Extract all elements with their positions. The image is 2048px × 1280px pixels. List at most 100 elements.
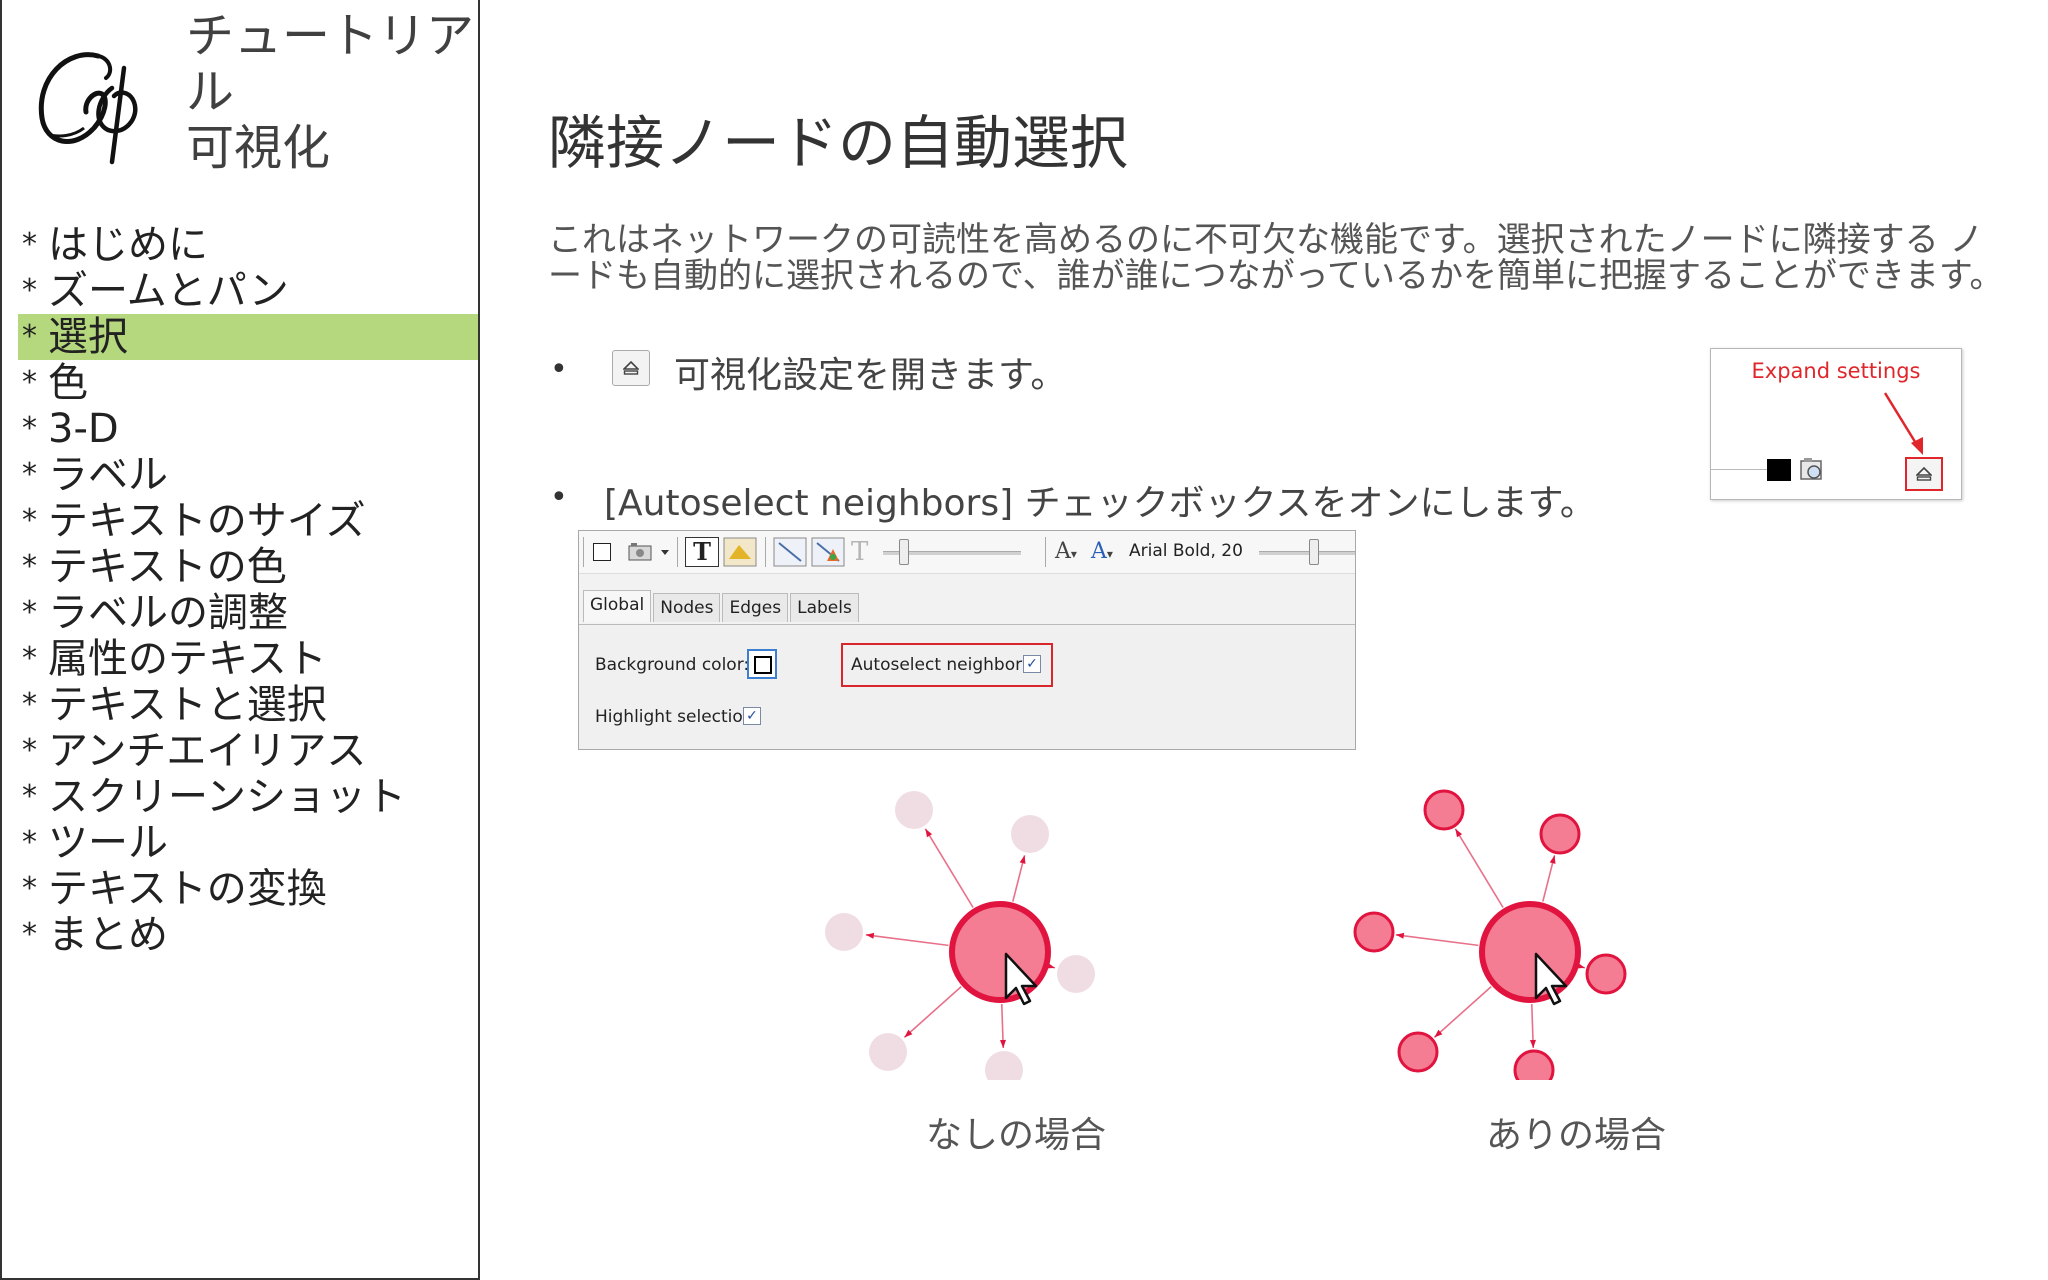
nav-item-12[interactable]: * スクリーンショット	[18, 774, 478, 820]
background-color-button[interactable]	[593, 543, 611, 561]
neighbor-node[interactable]	[1585, 953, 1627, 995]
highlight-selection-label: Highlight selection	[595, 707, 754, 727]
autoselect-neighbor-label: Autoselect neighbor	[851, 655, 1023, 675]
neighbor-node[interactable]	[1353, 911, 1395, 953]
nav-bullet: *	[22, 641, 37, 676]
nav-item-13[interactable]: * ツール	[18, 820, 478, 866]
nav-item-7[interactable]: * テキストの色	[18, 544, 478, 590]
nav-bullet: *	[22, 549, 37, 584]
tab-edges[interactable]: Edges	[722, 593, 789, 622]
neighbor-node[interactable]	[985, 1051, 1023, 1080]
app-title: チュートリアル 可視化	[186, 8, 475, 176]
neighbor-node[interactable]	[1423, 789, 1465, 831]
graph-with-autoselect	[1353, 789, 1627, 1080]
font-color-icon[interactable]: A▾	[1091, 537, 1121, 567]
graph-edge	[903, 986, 962, 1038]
neighbor-node[interactable]	[869, 1033, 907, 1071]
nav-item-2[interactable]: * 選択	[18, 314, 478, 360]
arrow-down-right-icon	[1883, 392, 1923, 455]
nav-bullet: *	[22, 457, 37, 492]
callout-label: Expand settings	[1751, 359, 1921, 383]
neighbor-node[interactable]	[1011, 815, 1049, 853]
nav-item-6[interactable]: * テキストのサイズ	[18, 498, 478, 544]
graph-edge	[1433, 986, 1492, 1038]
nav-item-label: 選択	[48, 314, 128, 360]
camera-icon[interactable]	[627, 537, 655, 567]
font-label[interactable]: Arial Bold, 20	[1129, 541, 1243, 561]
nav-item-3[interactable]: * 色	[18, 360, 478, 406]
nav-item-1[interactable]: * ズームとパン	[18, 268, 478, 314]
nav-item-label: ツール	[48, 820, 168, 866]
nav-item-0[interactable]: * はじめに	[18, 222, 478, 268]
highlight-selection-checkbox[interactable]: ✓	[743, 707, 761, 725]
nav-item-label: テキストの色	[48, 544, 287, 590]
settings-toolbar: T T A▾ A▾ Arial Bold, 20	[579, 531, 1355, 574]
edge-arrowhead	[1455, 828, 1463, 838]
autoselect-neighbor-checkbox[interactable]: ✓	[1023, 655, 1041, 673]
nav-item-15[interactable]: * まとめ	[18, 912, 478, 958]
nav-item-5[interactable]: * ラベル	[18, 452, 478, 498]
nav-bullet: *	[22, 871, 37, 906]
gephi-logo-icon	[38, 52, 138, 165]
step-1-bullet: •	[550, 352, 568, 387]
eject-icon	[1916, 467, 1932, 481]
label-color-icon[interactable]	[723, 537, 757, 567]
sidebar: チュートリアル 可視化 * はじめに * ズームとパン * 選択 * 色 * 3-D * ラベル * テキ…	[0, 0, 480, 1280]
edge-arrowhead	[1549, 855, 1556, 864]
edge-arrowhead	[1019, 855, 1026, 864]
font-scale-slider-thumb[interactable]	[1309, 539, 1319, 565]
edge-arrowhead	[1395, 932, 1405, 939]
font-size-decrease-icon[interactable]: A▾	[1055, 537, 1083, 567]
nav-bullet: *	[22, 273, 37, 308]
nav-item-4[interactable]: * 3-D	[18, 406, 478, 452]
expand-settings-callout: Expand settings	[1710, 348, 1962, 500]
graph-edge	[924, 828, 974, 908]
page-title: 隣接ノードの自動選択	[548, 109, 1129, 177]
neighbor-node[interactable]	[1539, 813, 1581, 855]
nav-bullet: *	[22, 825, 37, 860]
nav-item-14[interactable]: * テキストの変換	[18, 866, 478, 912]
intro-paragraph: これはネットワークの可読性を高めるのに不可欠な機能です。選択されたノードに隣接す…	[548, 220, 2004, 296]
tab-global[interactable]: Global	[583, 590, 652, 622]
edge-arrowhead	[999, 1039, 1006, 1049]
label-size-icon[interactable]: T	[851, 537, 877, 567]
nav-item-11[interactable]: * アンチエイリアス	[18, 728, 478, 774]
tab-nodes[interactable]: Nodes	[653, 593, 721, 622]
nav-item-label: テキストの変換	[48, 866, 327, 912]
nav-bullet: *	[22, 687, 37, 722]
neighbor-node[interactable]	[1513, 1049, 1555, 1080]
nav-item-label: 色	[48, 360, 88, 406]
chevron-down-icon[interactable]	[659, 537, 671, 567]
nav-item-8[interactable]: * ラベルの調整	[18, 590, 478, 636]
background-color-swatch[interactable]	[747, 649, 777, 679]
caption-without: なしの場合	[926, 1115, 1107, 1156]
toolbar-separator	[583, 537, 584, 567]
nav-bullet: *	[22, 227, 37, 262]
neighbor-node[interactable]	[1057, 955, 1095, 993]
nav-item-9[interactable]: * 属性のテキスト	[18, 636, 478, 682]
toolbar-separator	[765, 537, 766, 567]
settings-tabs: Global Nodes Edges Labels	[583, 590, 861, 623]
neighbor-node[interactable]	[1397, 1031, 1439, 1073]
neighbor-node[interactable]	[895, 791, 933, 829]
edge-scale-slider-thumb[interactable]	[899, 539, 909, 565]
neighbor-node[interactable]	[825, 913, 863, 951]
visualization-settings-panel: T T A▾ A▾ Arial Bold, 20 Global Nodes Ed…	[578, 530, 1356, 750]
caption-with: ありの場合	[1486, 1115, 1667, 1156]
graph-edge	[1395, 934, 1479, 947]
edge-arrowhead	[865, 932, 875, 939]
nav-bullet: *	[22, 595, 37, 630]
global-tab-content: Background color: Autoselect neighbor ✓ …	[579, 624, 1355, 749]
edge-icon[interactable]	[773, 537, 807, 567]
show-labels-icon[interactable]: T	[685, 537, 719, 567]
edge-arrowhead	[925, 828, 933, 838]
nav-item-10[interactable]: * テキストと選択	[18, 682, 478, 728]
nav-item-label: テキストと選択	[48, 682, 327, 728]
callout-expand-button[interactable]	[1905, 457, 1943, 491]
edge-color-icon[interactable]	[811, 537, 845, 567]
tab-labels[interactable]: Labels	[790, 593, 859, 622]
expand-settings-button[interactable]	[612, 350, 650, 386]
nav-bullet: *	[22, 779, 37, 814]
nav-bullet: *	[22, 733, 37, 768]
font-scale-slider-track[interactable]	[1259, 551, 1355, 555]
